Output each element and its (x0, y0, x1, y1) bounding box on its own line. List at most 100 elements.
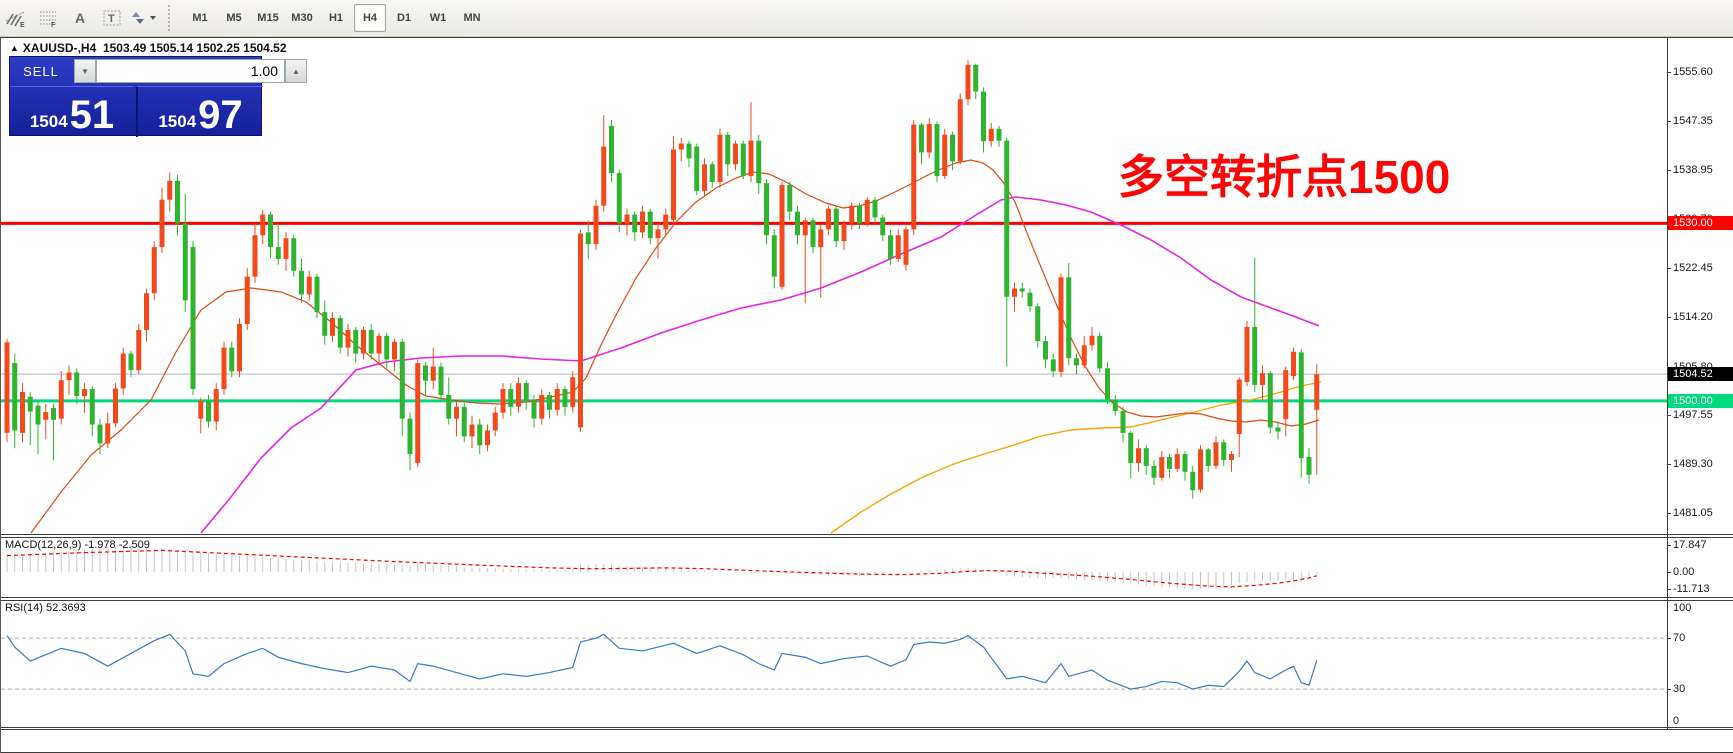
toolbar: E F A T M1 M5 M15 M30 H1 H4 D1 W1 MN (0, 0, 1733, 37)
indicators-icon[interactable]: E (1, 4, 31, 32)
rsi-axis-tick (1667, 638, 1671, 640)
candle-body (1314, 374, 1320, 410)
candle-body (1198, 449, 1203, 490)
candle-body (725, 134, 731, 165)
price-axis-tick (1667, 170, 1671, 172)
candle-body (1074, 358, 1079, 366)
volume-stepper: ▼ ▲ (74, 59, 307, 83)
timeframe-button-w1[interactable]: W1 (422, 4, 454, 32)
ma-mid-line (200, 196, 1320, 534)
candle-body (957, 99, 963, 162)
timeframe-button-m5[interactable]: M5 (218, 4, 250, 32)
time-axis-separator-2 (1, 729, 1733, 730)
candle-body (423, 365, 428, 381)
candle-body (128, 353, 134, 371)
volume-increase-button[interactable]: ▲ (285, 59, 307, 83)
candle-body (1066, 277, 1072, 359)
candle-body (105, 423, 111, 444)
timeframe-button-m1[interactable]: M1 (184, 4, 216, 32)
candle-body (764, 183, 769, 236)
candle-body (1159, 457, 1165, 478)
candle-body (988, 128, 994, 142)
rsi-axis-label: 0 (1673, 715, 1680, 727)
candle-body (74, 372, 80, 397)
timeframe-button-h1[interactable]: H1 (320, 4, 352, 32)
candle-body (733, 143, 738, 165)
candle-body (51, 407, 56, 420)
candle-body (1236, 379, 1242, 434)
sell-price-button[interactable]: 1504 51 (10, 86, 134, 137)
text-box-icon-glyph: T (103, 10, 121, 26)
price-axis-label: 1555.60 (1673, 66, 1713, 78)
candle-body (58, 380, 64, 419)
timeframe-button-mn[interactable]: MN (456, 4, 488, 32)
chart-window[interactable]: ▲ XAUUSD-,H4 1503.49 1505.14 1502.25 1504… (0, 37, 1733, 753)
sell-button[interactable]: SELL (10, 64, 72, 79)
candle-body (531, 400, 537, 419)
candle-body (609, 125, 614, 174)
quote-open: 1503.49 (102, 41, 147, 55)
candle-body (500, 389, 506, 413)
macd-axis-tick (1667, 572, 1671, 573)
buy-price-button[interactable]: 1504 97 (136, 86, 263, 137)
svg-text:F: F (51, 22, 56, 28)
objects-icon-glyph (132, 12, 156, 24)
rsi-separator-2 (1, 600, 1733, 601)
symbol-label: XAUUSD-,H4 (22, 41, 97, 55)
price-axis-line[interactable] (1667, 38, 1668, 730)
candle-body (66, 372, 72, 381)
objects-icon[interactable] (129, 4, 161, 32)
text-box-icon[interactable]: T (97, 4, 127, 32)
candle-body (1213, 442, 1219, 466)
rsi-axis-label: 70 (1673, 632, 1686, 645)
candle-body (523, 383, 529, 401)
candle-body (717, 134, 723, 183)
trade-panel-top-row: SELL ▼ ▲ BUY (10, 57, 354, 85)
candle-body (756, 140, 762, 184)
candle-body (1252, 326, 1258, 385)
volume-decrease-button[interactable]: ▼ (74, 59, 96, 83)
candle-body (1105, 368, 1110, 400)
candle-body (1151, 465, 1157, 478)
candle-body (477, 424, 483, 446)
volume-input[interactable] (96, 59, 285, 83)
candle-body (1120, 410, 1126, 433)
macd-label: MACD(12,26,9) -1.978 -2.509 (5, 539, 150, 551)
candle-body (1283, 370, 1289, 420)
timeframe-button-h4[interactable]: H4 (354, 4, 386, 32)
candle-body (857, 205, 862, 224)
buy-button[interactable]: BUY (309, 64, 371, 79)
candle-body (159, 199, 165, 248)
candle-body (1190, 471, 1196, 491)
macd-separator-1[interactable] (1, 534, 1733, 535)
candle-body (911, 124, 917, 230)
candle-body (547, 394, 552, 410)
macd-signal-line (6, 549, 1317, 588)
rsi-separator-1[interactable] (1, 597, 1733, 598)
candle-body (895, 235, 901, 259)
quote-low: 1502.25 (196, 41, 240, 55)
candle-body (1267, 373, 1273, 428)
candle-body (1298, 352, 1304, 459)
chart-annotation-text: 多空转折点1500 (1118, 151, 1451, 203)
candle-body (1089, 335, 1095, 346)
candle-body (802, 220, 808, 236)
timeframe-button-d1[interactable]: D1 (388, 4, 420, 32)
candle-body (1291, 351, 1296, 377)
candle-body (43, 412, 49, 420)
candle-body (1112, 399, 1118, 411)
candle-body (1229, 454, 1234, 461)
candle-body (965, 64, 971, 100)
grid-icon[interactable]: F (33, 4, 63, 32)
text-label-icon[interactable]: A (65, 4, 95, 32)
candle-body (810, 220, 816, 248)
timeframe-button-m15[interactable]: M15 (252, 4, 284, 32)
candle-body (593, 205, 599, 245)
candle-body (1260, 373, 1265, 385)
timeframe-button-m30[interactable]: M30 (286, 4, 318, 32)
candle-body (198, 400, 204, 419)
chart-canvas[interactable] (1, 37, 1733, 753)
candle-body (795, 211, 800, 236)
candle-body (981, 91, 986, 142)
collapse-triangle-icon[interactable]: ▲ (10, 43, 19, 53)
